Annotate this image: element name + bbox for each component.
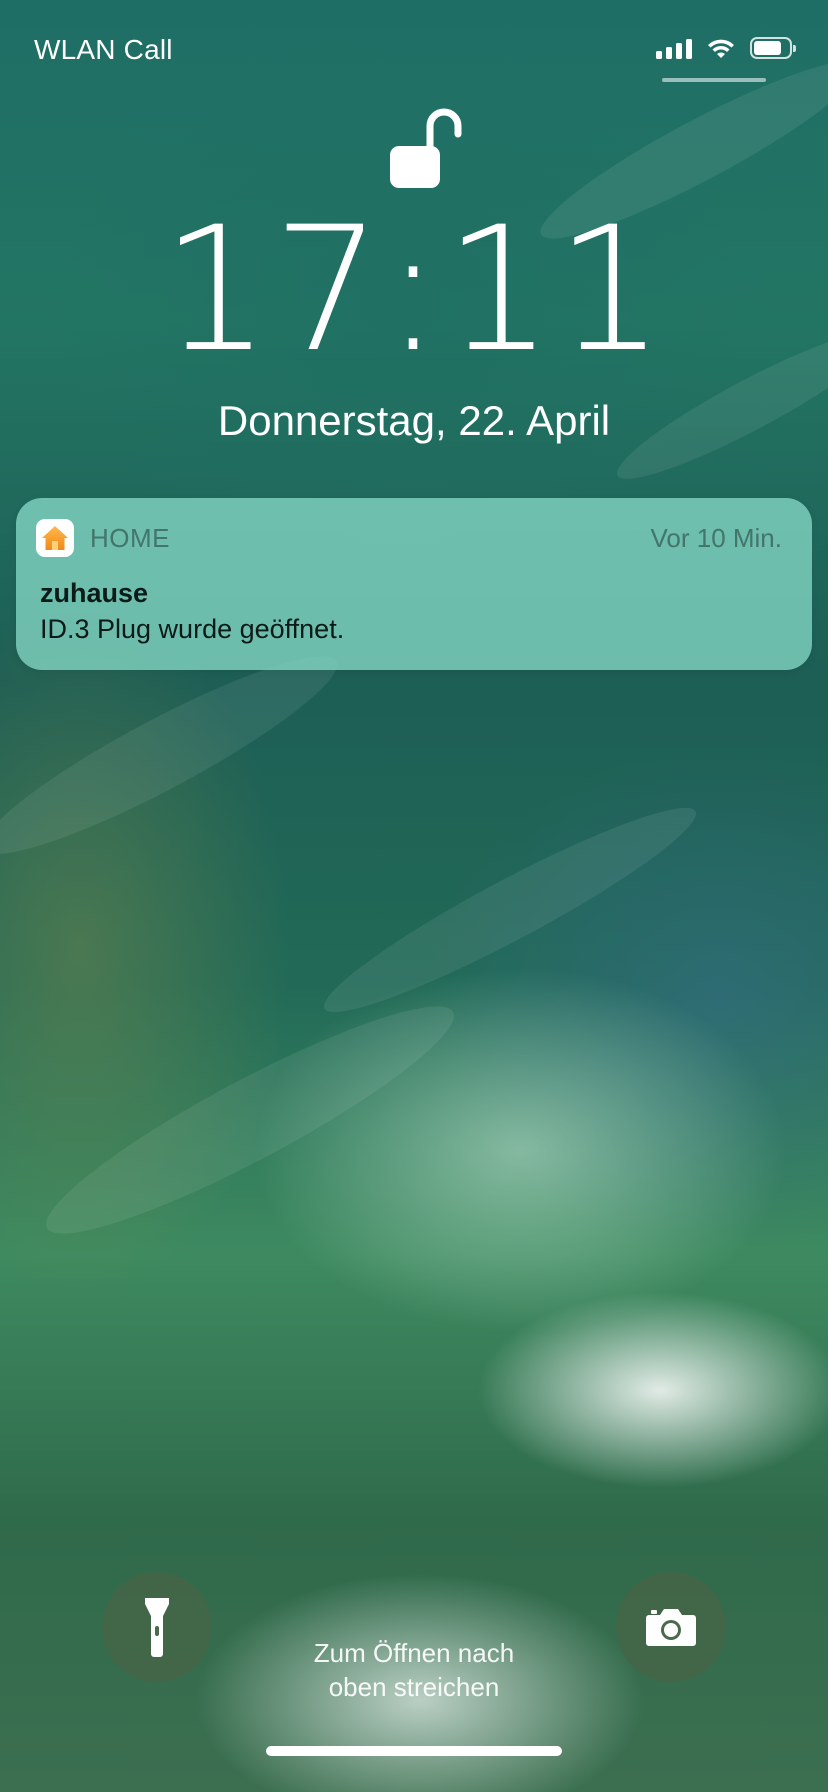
battery-fill — [754, 41, 781, 55]
clock-time: 17:11 — [161, 189, 667, 390]
battery-icon — [750, 37, 796, 59]
swipe-up-hint: Zum Öffnen nach oben streichen — [0, 1636, 828, 1704]
notification-app-name: HOME — [90, 522, 170, 553]
notification-timestamp: Vor 10 Min. — [650, 522, 782, 553]
notification-title: zuhause — [40, 578, 149, 608]
home-indicator[interactable] — [266, 1746, 562, 1756]
home-app-icon — [36, 519, 74, 557]
wallpaper-streak — [28, 976, 472, 1264]
notification-header: HOME Vor 10 Min. — [36, 518, 782, 558]
clock-date: Donnerstag, 22. April — [217, 397, 611, 444]
swipe-up-hint-line2: oben streichen — [328, 1672, 500, 1702]
notification-card[interactable]: HOME Vor 10 Min. zuhause ID.3 Plug wurde… — [16, 498, 812, 670]
notification-body: ID.3 Plug wurde geöffnet. — [40, 614, 345, 644]
control-center-indicator[interactable] — [662, 78, 766, 82]
status-bar: WLAN Call — [0, 0, 828, 100]
wifi-icon — [708, 39, 734, 58]
carrier-label: WLAN Call — [34, 34, 173, 65]
unlocked-padlock-icon — [390, 108, 462, 188]
lock-screen: WLAN Call 17:11 Donnerstag, 22. April HO… — [0, 0, 828, 1792]
signal-icon — [656, 37, 692, 59]
swipe-up-hint-line1: Zum Öffnen nach — [313, 1638, 515, 1668]
wallpaper-streak — [310, 784, 710, 1036]
status-icons — [656, 36, 796, 60]
